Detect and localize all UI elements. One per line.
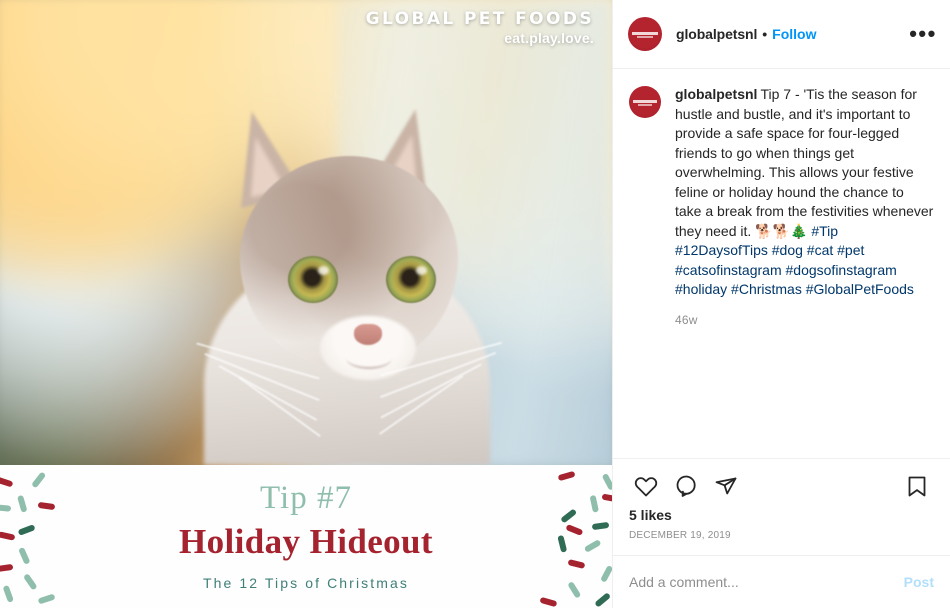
more-options-icon[interactable]: ••• xyxy=(909,21,937,47)
share-button[interactable] xyxy=(709,469,743,503)
post-header: globalpetsnl • Follow ••• xyxy=(613,0,950,69)
caption-body: Tip 7 - 'Tis the season for hustle and b… xyxy=(675,86,934,239)
share-icon xyxy=(715,477,737,495)
username-link[interactable]: globalpetsnl xyxy=(676,26,757,42)
bookmark-icon xyxy=(908,476,926,497)
like-button[interactable] xyxy=(629,469,663,503)
caption-avatar[interactable] xyxy=(629,86,661,118)
save-button[interactable] xyxy=(900,469,934,503)
post-caption-area: globalpetsnl Tip 7 - 'Tis the season for … xyxy=(613,69,950,458)
comment-button[interactable] xyxy=(669,469,703,503)
caption-row: globalpetsnl Tip 7 - 'Tis the season for … xyxy=(629,85,934,330)
posted-date: DECEMBER 19, 2019 xyxy=(629,530,731,541)
cat-whiskers xyxy=(196,108,503,465)
tip-card: Tip #7 Holiday Hideout The 12 Tips of Ch… xyxy=(0,465,612,608)
cat-subject xyxy=(196,102,503,465)
post-sidebar: globalpetsnl • Follow ••• globalpetsnl Ti… xyxy=(612,0,950,608)
brand-name: GLOBAL PET FOODS xyxy=(365,9,594,29)
tip-card-text: Tip #7 Holiday Hideout The 12 Tips of Ch… xyxy=(0,465,612,591)
follow-button[interactable]: Follow xyxy=(772,26,816,42)
post-comment-button[interactable]: Post xyxy=(904,574,934,590)
post-actions: 5 likes DECEMBER 19, 2019 xyxy=(613,458,950,555)
caption-username[interactable]: globalpetsnl xyxy=(675,86,757,102)
comment-input[interactable] xyxy=(629,574,894,590)
like-count[interactable]: 5 likes xyxy=(629,507,934,523)
tip-title: Holiday Hideout xyxy=(179,522,433,562)
brand-watermark: GLOBAL PET FOODS eat.play.love. xyxy=(366,10,594,46)
avatar[interactable] xyxy=(628,17,662,51)
brand-tagline: eat.play.love. xyxy=(504,30,594,47)
header-names: globalpetsnl • Follow xyxy=(676,26,910,42)
caption-timestamp: 46w xyxy=(675,312,698,327)
action-button-row xyxy=(629,466,934,506)
post-media-column: GLOBAL PET FOODS eat.play.love. Tip #7 H… xyxy=(0,0,612,608)
heart-icon xyxy=(634,477,658,497)
instagram-post: GLOBAL PET FOODS eat.play.love. Tip #7 H… xyxy=(0,0,950,608)
separator-dot: • xyxy=(762,26,768,42)
post-photo[interactable]: GLOBAL PET FOODS eat.play.love. xyxy=(0,0,612,465)
more-options-glyph: ••• xyxy=(909,21,937,46)
tip-series-label: The 12 Tips of Christmas xyxy=(202,574,409,591)
comment-icon xyxy=(676,475,696,497)
caption-text: globalpetsnl Tip 7 - 'Tis the season for … xyxy=(675,85,934,330)
tip-number: Tip #7 xyxy=(260,480,352,516)
add-comment-bar: Post xyxy=(613,555,950,608)
